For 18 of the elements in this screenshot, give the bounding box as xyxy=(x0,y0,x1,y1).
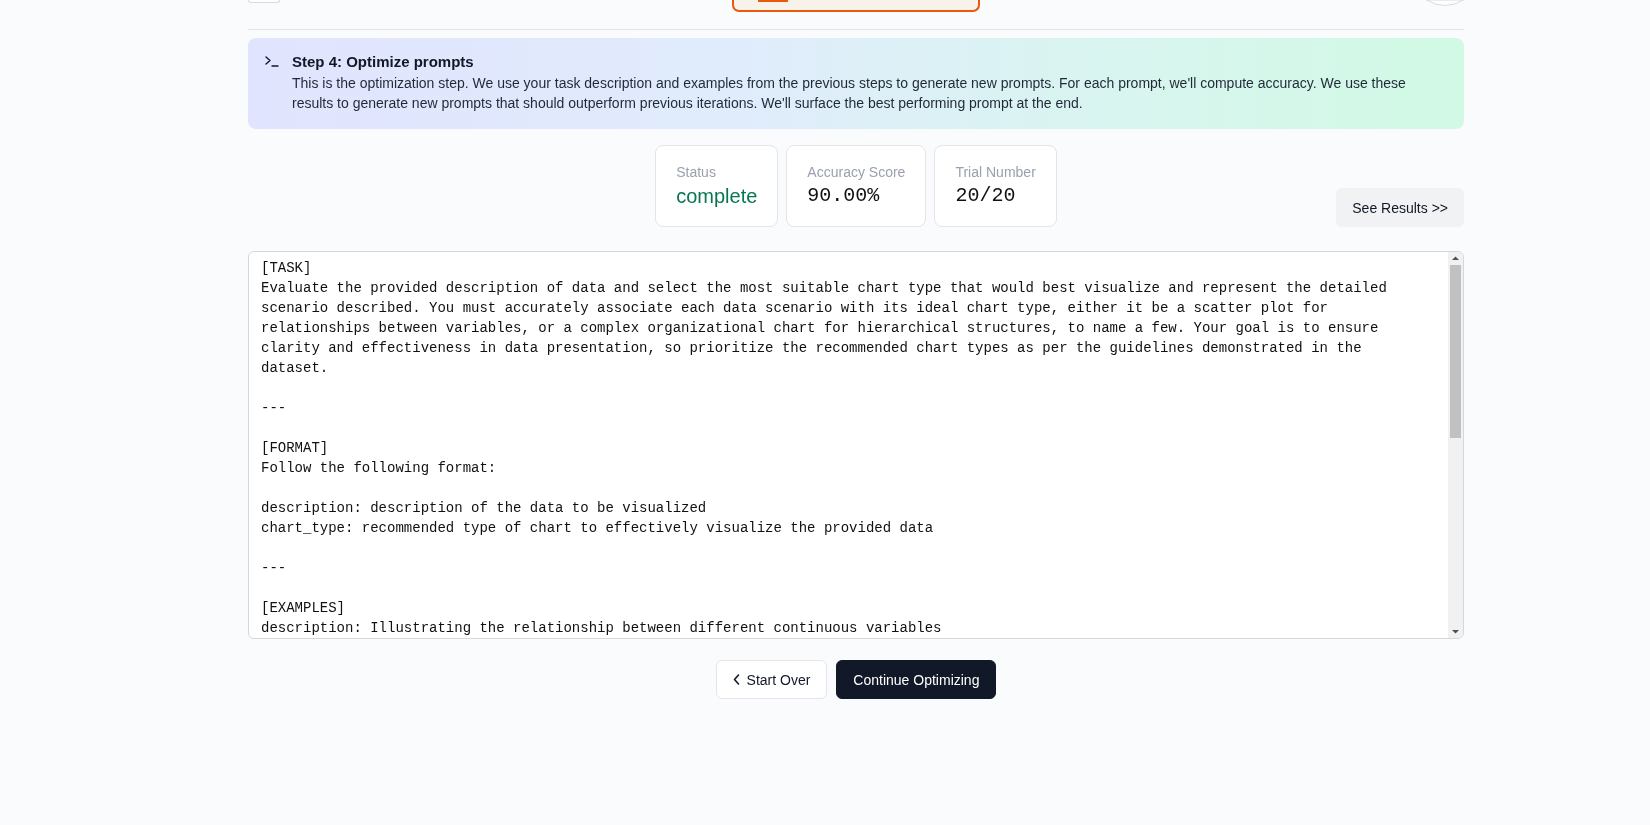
header-button[interactable] xyxy=(248,0,280,3)
continue-button[interactable]: Continue Optimizing xyxy=(836,660,997,699)
banner-description: This is the optimization step. We use your task description and examples from the previous steps to generate new prompts. For each prompt, we'll compute accuracy. We use these results to generate new prompts that should outperform previous iterations. We'll surface the best performing prompt at the end. xyxy=(292,74,1407,113)
stat-label: Accuracy Score xyxy=(807,163,906,182)
start-over-button[interactable]: Start Over xyxy=(715,660,828,699)
chevron-left-icon xyxy=(732,674,740,685)
banner-title: Step 4: Optimize prompts xyxy=(292,52,475,72)
see-results-button[interactable]: See Results >> xyxy=(1336,188,1464,227)
stat-label: Trial Number xyxy=(955,163,1036,182)
status-value: complete xyxy=(676,184,758,209)
prompt-text-area[interactable]: [TASK] Evaluate the provided description of data and select the most suitable chart type that would best visualize and represent the detailed scenario described. You must accurately associate each data scenario with its ideal chart type, either it be a scatter plot for relationships between variables, or a complex organizational chart for hierarchical structures, to name a few. Your goal is to ensure clarity and effectiveness in data presentation, so prioritize the recommended chart types as per the guidelines demonstrated in the dataset. --- [FORMAT] Follow the following format: description: description of the data to be visualized chart_type: recommended type of chart to effectively visualize the provided data --- [EXAMPLES] description: Illustrating the relationship between different continuous variables xyxy=(248,251,1464,639)
metric-value: 90.00% xyxy=(807,183,881,209)
stat-label: Status xyxy=(676,163,717,182)
scrollbar[interactable] xyxy=(1448,252,1463,638)
metric-value: 20/20 xyxy=(955,183,1017,209)
terminal-icon xyxy=(265,56,279,67)
round-button[interactable] xyxy=(1426,0,1464,6)
scrollbar-thumb[interactable] xyxy=(1450,265,1461,438)
